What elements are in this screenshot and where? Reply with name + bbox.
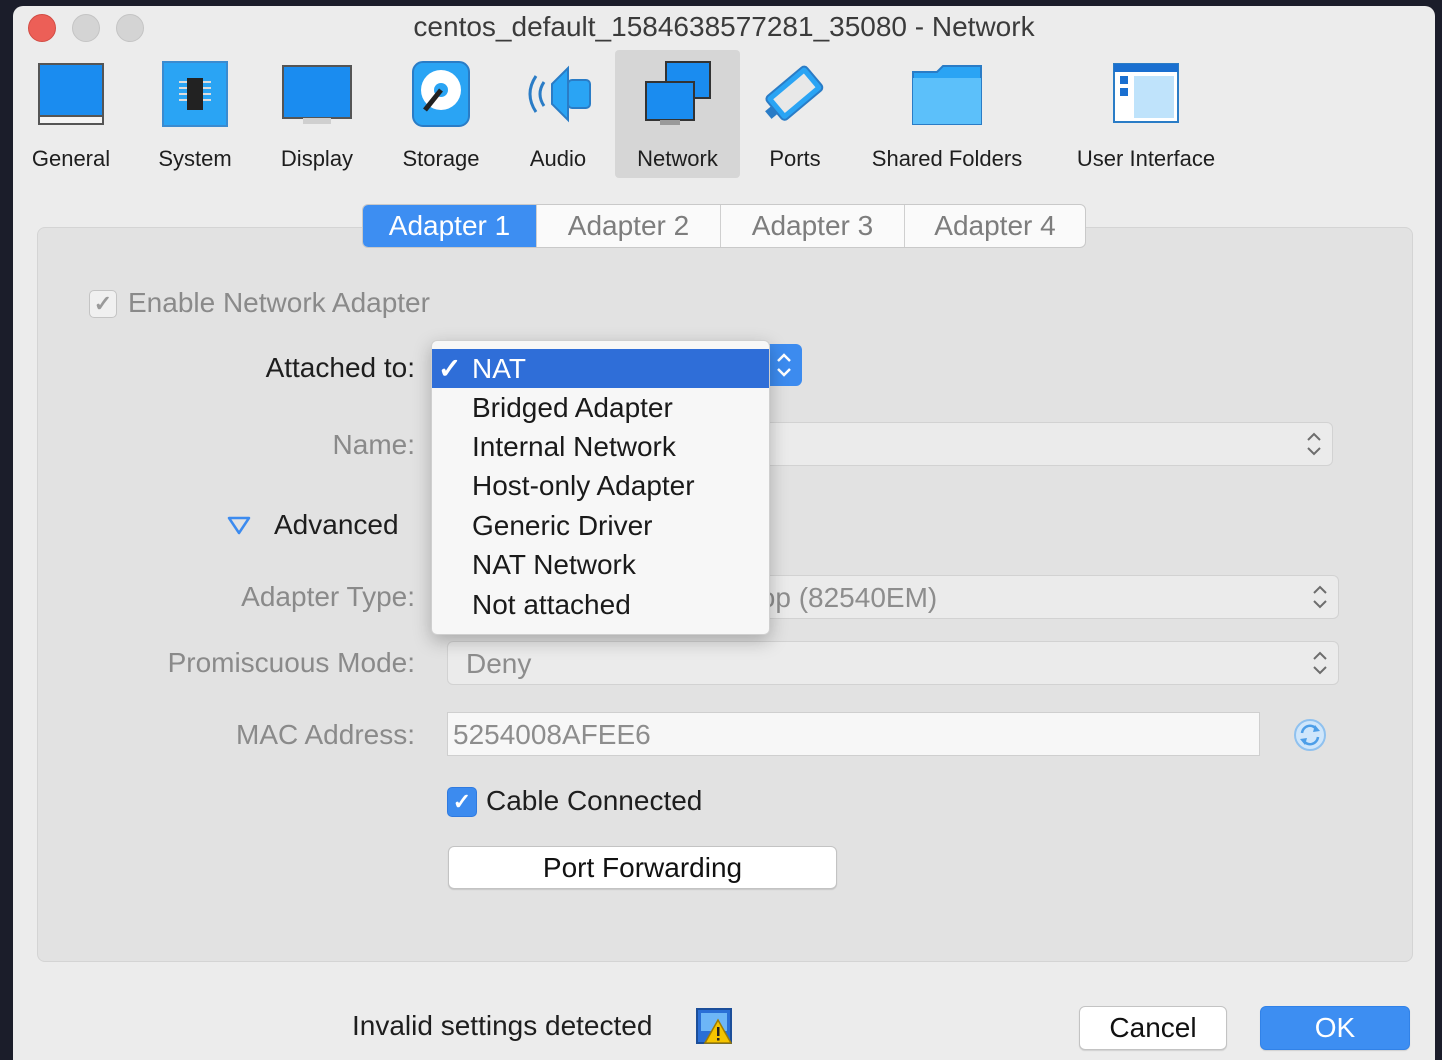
promiscuous-mode-value: Deny [466,648,532,679]
title-bar: centos_default_1584638577281_35080 - Net… [13,6,1435,52]
toolbar-shared-folders[interactable]: Shared Folders [859,50,1035,178]
toolbar-network[interactable]: Network [615,50,740,178]
promiscuous-mode-label: Promiscuous Mode: [167,647,415,678]
tab-adapter-4[interactable]: Adapter 4 [905,205,1085,247]
toolbar-storage[interactable]: Storage [389,50,493,178]
window-title: centos_default_1584638577281_35080 - Net… [413,11,1035,42]
adapter-type-label: Adapter Type: [241,581,415,612]
toolbar-system[interactable]: System [145,50,245,178]
serial-port-icon [765,65,824,121]
tab-adapter-1[interactable]: Adapter 1 [363,205,537,247]
dropdown-option-nat-network[interactable]: NAT Network [432,545,769,584]
user-interface-icon [1113,63,1179,123]
monitor-icon [282,65,352,124]
cancel-button[interactable]: Cancel [1079,1006,1227,1050]
folder-icon [912,65,982,125]
cable-connected-label: Cable Connected [486,785,703,816]
checkmark-icon: ✓ [438,353,462,384]
toolbar-user-interface[interactable]: User Interface [1063,50,1229,178]
dropdown-option-internal-network[interactable]: Internal Network [432,427,769,466]
tab-adapter-3[interactable]: Adapter 3 [721,205,905,247]
toolbar-audio[interactable]: Audio [513,50,603,178]
attached-to-select-arrows[interactable] [766,344,802,386]
dropdown-option-not-attached[interactable]: Not attached [432,585,769,624]
up-down-arrows-icon [1313,651,1327,675]
dropdown-option-host-only-adapter[interactable]: Host-only Adapter [432,466,769,505]
enable-adapter-label: Enable Network Adapter [128,287,430,318]
toolbar-display[interactable]: Display [267,50,367,178]
mac-address-input[interactable]: 5254008AFEE6 [447,712,1260,756]
port-forwarding-button[interactable]: Port Forwarding [448,846,837,889]
speaker-icon [528,65,591,123]
promiscuous-mode-select[interactable]: Deny [447,641,1339,685]
adapter-tabs: Adapter 1 Adapter 2 Adapter 3 Adapter 4 [362,204,1086,248]
warning-icon[interactable] [696,1008,732,1044]
dropdown-option-bridged-adapter[interactable]: Bridged Adapter [432,388,769,427]
advanced-label[interactable]: Advanced [274,509,399,541]
dropdown-option-generic-driver[interactable]: Generic Driver [432,506,769,545]
refresh-mac-icon[interactable] [1293,718,1327,752]
disk-icon [412,61,470,127]
enable-adapter-checkbox[interactable]: ✓ [89,290,117,318]
cable-connected-checkbox[interactable]: ✓ [447,787,477,817]
general-icon [38,63,104,125]
up-down-arrows-icon [777,353,791,377]
tab-adapter-2[interactable]: Adapter 2 [537,205,721,247]
toolbar-general[interactable]: General [21,50,121,178]
up-down-arrows-icon [1307,432,1321,456]
up-down-arrows-icon [1313,585,1327,609]
attached-to-dropdown: ✓ NAT Bridged Adapter Internal Network H… [431,340,770,635]
chip-icon [162,61,228,127]
mac-address-value: 5254008AFEE6 [453,719,651,750]
dropdown-option-nat[interactable]: ✓ NAT [432,349,769,388]
name-label: Name: [332,429,415,460]
mac-address-label: MAC Address: [236,719,415,750]
network-icon [644,61,711,125]
ok-button[interactable]: OK [1260,1006,1410,1050]
status-message: Invalid settings detected [352,1010,653,1041]
settings-window: centos_default_1584638577281_35080 - Net… [13,6,1435,1060]
disclosure-triangle-icon[interactable] [227,516,251,536]
toolbar-ports[interactable]: Ports [753,50,837,178]
attached-to-label: Attached to: [265,352,415,383]
